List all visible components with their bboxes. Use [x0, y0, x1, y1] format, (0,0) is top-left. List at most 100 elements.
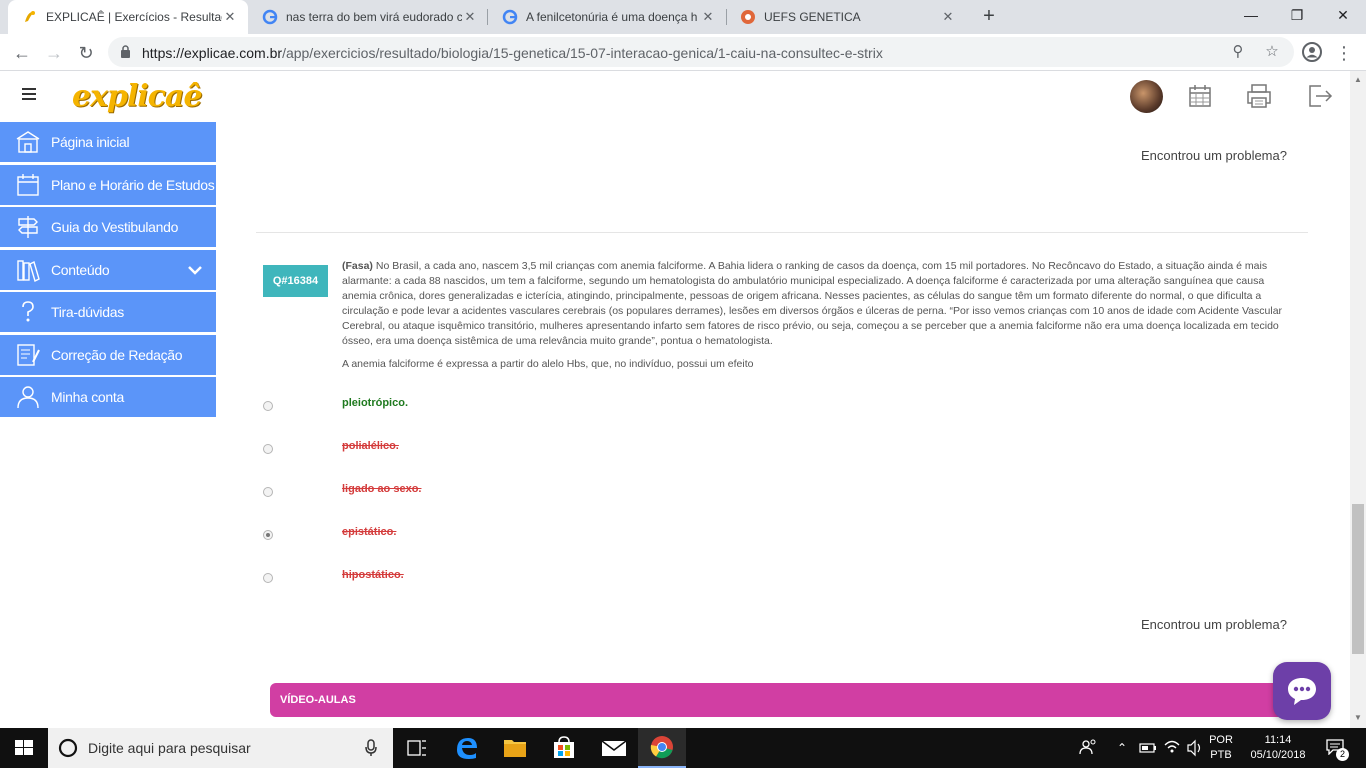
uefs-icon	[741, 10, 755, 24]
browser-tab-google-search-2[interactable]: A fenilcetonúria é uma doença h ✕	[488, 0, 726, 34]
question-id-badge: Q#16384	[263, 265, 328, 297]
calendar-icon[interactable]	[1187, 83, 1213, 109]
edge-browser-icon[interactable]	[443, 728, 491, 768]
essay-icon	[17, 343, 40, 366]
chrome-icon	[650, 736, 673, 759]
scroll-thumb[interactable]	[1352, 504, 1364, 654]
chevron-down-icon[interactable]	[188, 265, 202, 275]
sidebar-item-label: Página inicial	[51, 134, 130, 150]
option-radio-c[interactable]	[263, 487, 273, 497]
option-radio-a[interactable]	[263, 401, 273, 411]
close-tab-icon[interactable]: ✕	[462, 9, 478, 25]
sidebar-item-correcao-redacao[interactable]: Correção de Redação	[0, 334, 216, 375]
option-label-c[interactable]: ligado ao sexo.	[342, 483, 421, 495]
sidebar-item-conteudo[interactable]: Conteúdo	[0, 249, 216, 290]
close-window-icon[interactable]: ✕	[1320, 0, 1366, 30]
input-language-indicator[interactable]: POR PTB	[1206, 733, 1236, 773]
option-radio-e[interactable]	[263, 573, 273, 583]
volume-icon[interactable]	[1185, 728, 1205, 768]
calendar-icon	[17, 173, 39, 196]
avatar[interactable]	[1130, 80, 1163, 113]
question-source: (Fasa)	[342, 260, 373, 272]
browser-tab-google-search-1[interactable]: nas terra do bem virá eudorado c ✕	[248, 0, 488, 34]
notification-count-badge: 2	[1336, 748, 1349, 761]
option-radio-d[interactable]	[263, 530, 273, 540]
question-text: (Fasa) No Brasil, a cada ano, nascem 3,5…	[342, 259, 1300, 349]
reload-icon[interactable]: ↻	[72, 39, 100, 67]
sidebar-item-tira-duvidas[interactable]: Tira-dúvidas	[0, 292, 216, 332]
option-label-e[interactable]: hipostático.	[342, 569, 404, 581]
windows-taskbar: Digite aqui para pesquisar ⌃ POR PTB 11:…	[0, 728, 1366, 768]
microphone-icon[interactable]	[364, 739, 378, 757]
scroll-up-arrow-icon[interactable]: ▲	[1354, 75, 1362, 84]
profile-icon[interactable]	[1302, 42, 1322, 62]
taskbar-search-box[interactable]: Digite aqui para pesquisar	[48, 728, 393, 768]
report-problem-link[interactable]: Encontrou um problema?	[1141, 148, 1287, 163]
system-clock[interactable]: 11:14 05/10/2018	[1244, 733, 1312, 773]
report-problem-link[interactable]: Encontrou um problema?	[1141, 617, 1287, 632]
printer-icon[interactable]	[1246, 83, 1272, 109]
clock-date: 05/10/2018	[1250, 749, 1306, 761]
windows-start-icon[interactable]	[0, 728, 48, 768]
sidebar-item-guia-vestibulando[interactable]: Guia do Vestibulando	[0, 207, 216, 247]
page-content: explicaê Página inicial Plano e Horário …	[0, 71, 1350, 728]
back-arrow-icon[interactable]: ←	[8, 39, 36, 67]
option-label-a[interactable]: pleiotrópico.	[342, 397, 408, 409]
tab-title: UEFS GENETICA	[764, 10, 861, 24]
divider	[256, 232, 1308, 233]
forward-arrow-icon[interactable]: →	[40, 39, 68, 67]
sidebar-item-label: Conteúdo	[51, 261, 110, 278]
new-tab-button[interactable]: +	[977, 5, 1001, 29]
show-hidden-icons-chevron-icon[interactable]: ⌃	[1114, 728, 1130, 768]
close-tab-icon[interactable]: ✕	[700, 9, 716, 25]
chrome-taskbar-app[interactable]	[638, 728, 686, 768]
chat-button[interactable]	[1273, 662, 1331, 720]
books-icon	[17, 259, 40, 282]
page-scrollbar[interactable]: ▲ ▼	[1350, 71, 1366, 728]
user-icon	[17, 386, 39, 409]
battery-icon[interactable]	[1138, 728, 1158, 768]
signpost-icon	[18, 216, 38, 238]
hamburger-menu-icon[interactable]	[22, 88, 36, 100]
bookmark-star-icon[interactable]: ☆	[1262, 42, 1282, 62]
scroll-down-arrow-icon[interactable]: ▼	[1354, 713, 1362, 722]
browser-tab-explicae[interactable]: EXPLICAÊ | Exercícios - Resultado ✕	[8, 0, 248, 34]
address-bar[interactable]: https://explicae.com.br/app/exercicios/r…	[108, 37, 1294, 67]
option-radio-b[interactable]	[263, 444, 273, 454]
wifi-icon[interactable]	[1162, 728, 1182, 768]
sidebar-item-pagina-inicial[interactable]: Página inicial	[0, 122, 216, 162]
zoom-search-icon[interactable]: ⚲	[1228, 42, 1248, 62]
sidebar-item-label: Plano e Horário de Estudos	[51, 176, 215, 193]
language-code: POR	[1209, 734, 1233, 746]
option-label-b[interactable]: polialélico.	[342, 440, 399, 452]
tab-title: nas terra do bem virá eudorado c	[286, 10, 462, 24]
url-host: https://explicae.com.br	[142, 45, 283, 61]
microsoft-store-icon[interactable]	[540, 728, 588, 768]
question-prompt: A anemia falciforme é expressa a partir …	[342, 358, 754, 370]
sidebar-item-label: Tira-dúvidas	[51, 304, 124, 320]
logout-icon[interactable]	[1307, 83, 1333, 109]
google-icon	[502, 9, 518, 25]
minimize-window-icon[interactable]: —	[1228, 0, 1274, 30]
sidebar-item-plano-estudos[interactable]: Plano e Horário de Estudos	[0, 164, 216, 205]
option-label-d[interactable]: epistático.	[342, 526, 396, 538]
url-text[interactable]: https://explicae.com.br/app/exercicios/r…	[142, 45, 883, 61]
video-aulas-section-header[interactable]: VÍDEO-AULAS	[270, 683, 1300, 717]
browser-menu-icon[interactable]: ⋮	[1330, 39, 1358, 67]
action-center-button[interactable]: 2	[1322, 728, 1352, 768]
cortana-circle-icon	[58, 738, 78, 758]
task-view-icon[interactable]	[393, 728, 441, 768]
sidebar-item-minha-conta[interactable]: Minha conta	[0, 377, 216, 417]
close-tab-icon[interactable]: ✕	[222, 9, 238, 25]
file-explorer-icon[interactable]	[491, 728, 539, 768]
browser-tab-uefs[interactable]: UEFS GENETICA ✕	[726, 0, 966, 34]
taskbar-search-placeholder: Digite aqui para pesquisar	[88, 740, 251, 756]
tab-title: EXPLICAÊ | Exercícios - Resultado	[46, 10, 222, 24]
mail-icon[interactable]	[590, 728, 638, 768]
explicae-logo[interactable]: explicaê	[72, 79, 203, 114]
people-icon[interactable]	[1076, 728, 1100, 768]
clock-time: 11:14	[1264, 734, 1292, 746]
close-tab-icon[interactable]: ✕	[940, 9, 956, 25]
restore-window-icon[interactable]: ❐	[1274, 0, 1320, 30]
lock-icon	[121, 45, 130, 58]
